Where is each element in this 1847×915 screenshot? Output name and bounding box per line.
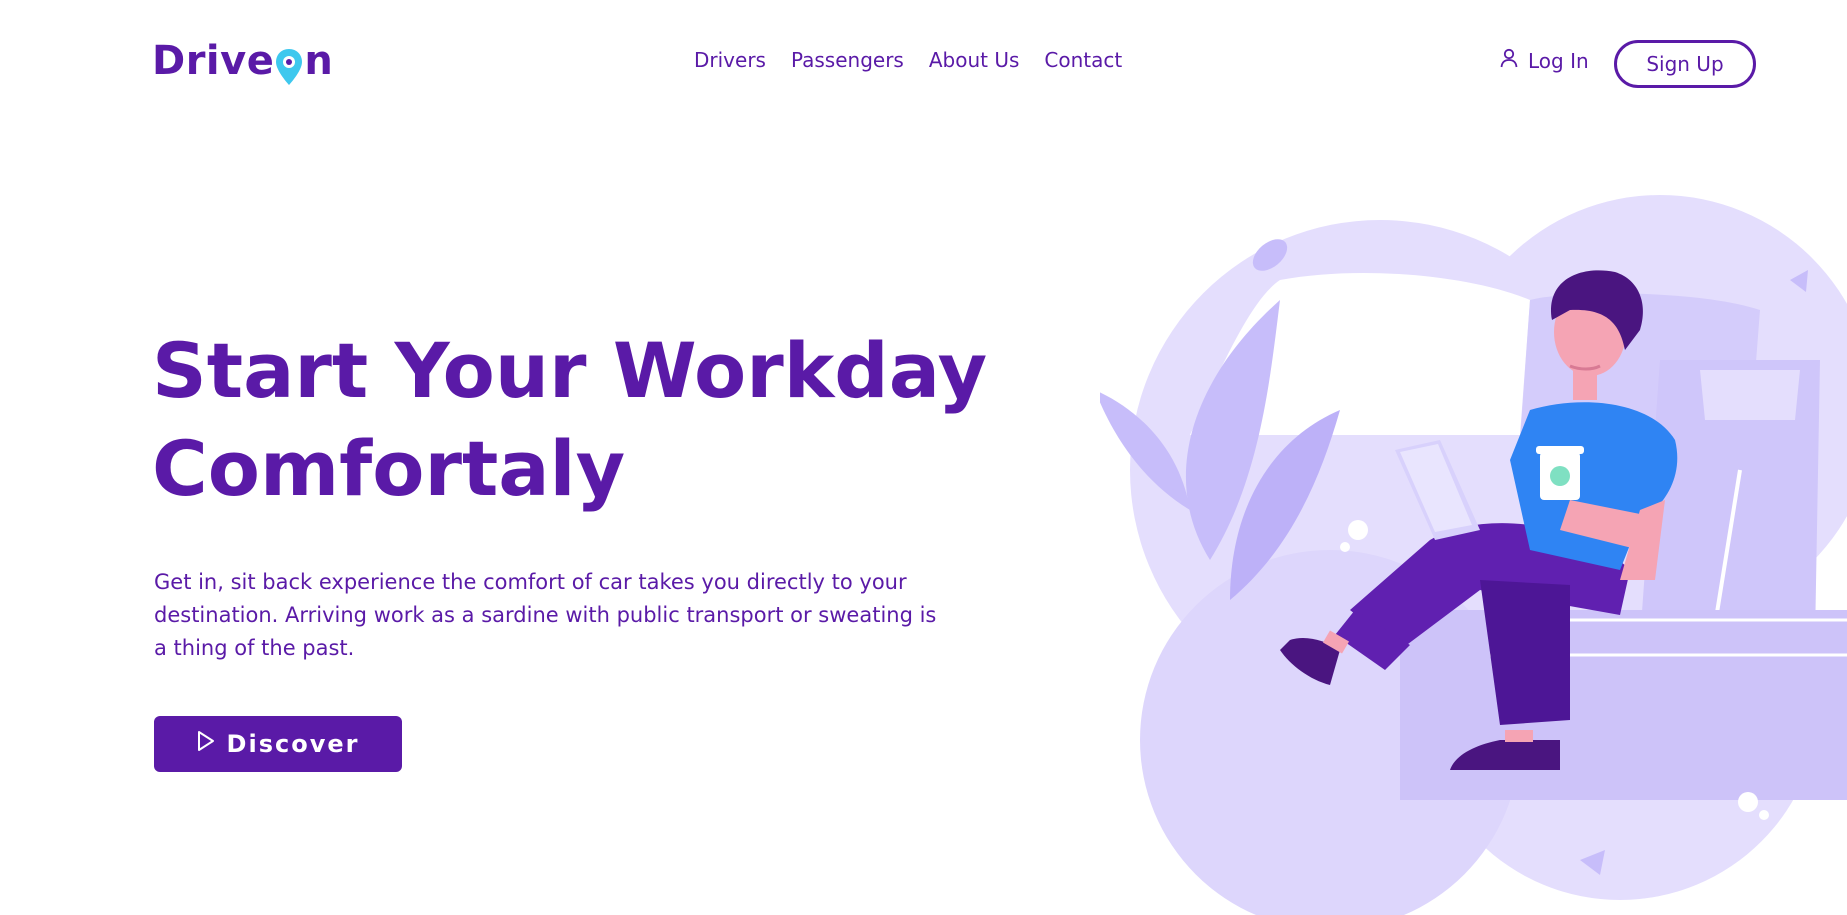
logo[interactable]: Drive n <box>152 36 333 86</box>
map-pin-icon <box>275 48 303 86</box>
nav-item-drivers[interactable]: Drivers <box>694 48 766 72</box>
hero-illustration <box>1075 180 1847 915</box>
discover-button[interactable]: Discover <box>154 716 402 772</box>
discover-label: Discover <box>226 730 360 758</box>
play-icon <box>197 730 215 758</box>
person-with-coffee-and-tablet-icon <box>1075 195 1847 915</box>
signup-label: Sign Up <box>1646 52 1724 76</box>
signup-button[interactable]: Sign Up <box>1614 40 1756 88</box>
nav-item-passengers[interactable]: Passengers <box>791 48 904 72</box>
logo-text-start: Drive <box>152 38 275 84</box>
main-nav: Drivers Passengers About Us Contact <box>694 48 1122 72</box>
hero-title-line2: Comfortaly <box>152 424 626 513</box>
login-link[interactable]: Log In <box>1500 48 1589 73</box>
hero-title: Start Your Workday Comfortaly <box>152 322 1052 518</box>
hero-description: Get in, sit back experience the comfort … <box>154 570 937 660</box>
user-icon <box>1500 48 1518 73</box>
nav-item-contact[interactable]: Contact <box>1044 48 1122 72</box>
landing-page: Drive n Drivers Passengers About Us Cont… <box>0 0 1847 915</box>
hero-title-line1: Start Your Workday <box>152 326 988 415</box>
login-label: Log In <box>1528 48 1589 73</box>
nav-item-about-us[interactable]: About Us <box>929 48 1020 72</box>
logo-text-end: n <box>304 38 334 84</box>
